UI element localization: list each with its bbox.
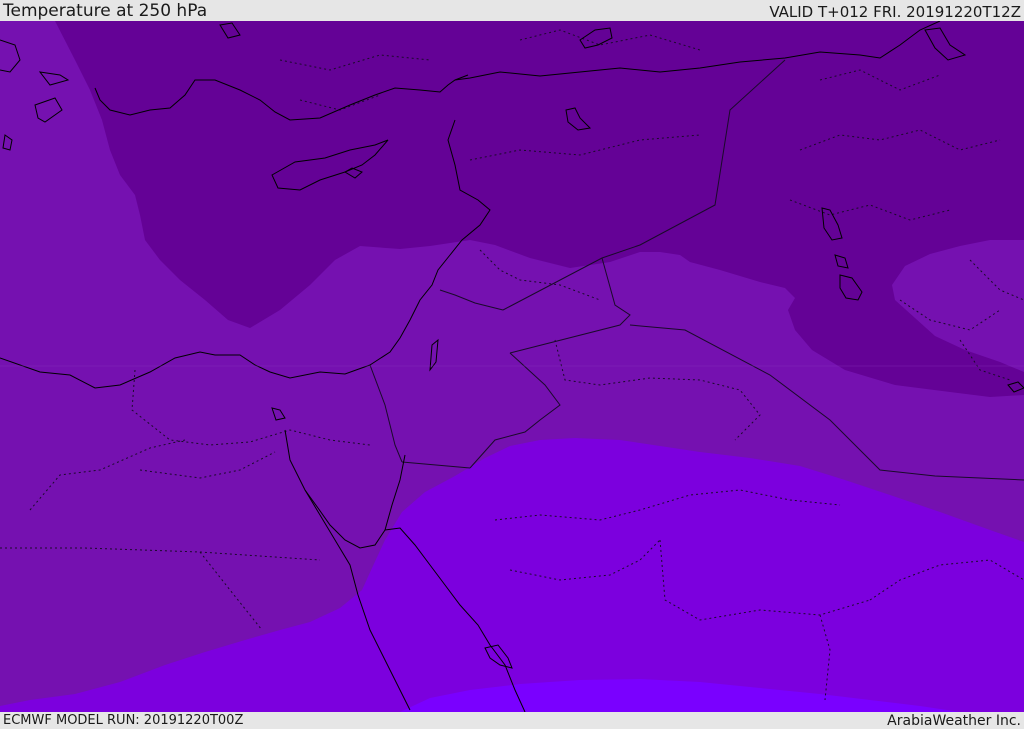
credit-label: ArabiaWeather Inc. xyxy=(887,713,1021,729)
map-canvas xyxy=(0,21,1024,712)
map-title: Temperature at 250 hPa xyxy=(3,1,208,21)
weather-map xyxy=(0,21,1024,712)
header-bar: Temperature at 250 hPa VALID T+012 FRI. … xyxy=(0,0,1024,21)
valid-time: VALID T+012 FRI. 20191220T12Z xyxy=(769,3,1021,21)
footer-bar: ECMWF MODEL RUN: 20191220T00Z ArabiaWeat… xyxy=(0,712,1024,729)
model-run-label: ECMWF MODEL RUN: 20191220T00Z xyxy=(3,713,244,728)
